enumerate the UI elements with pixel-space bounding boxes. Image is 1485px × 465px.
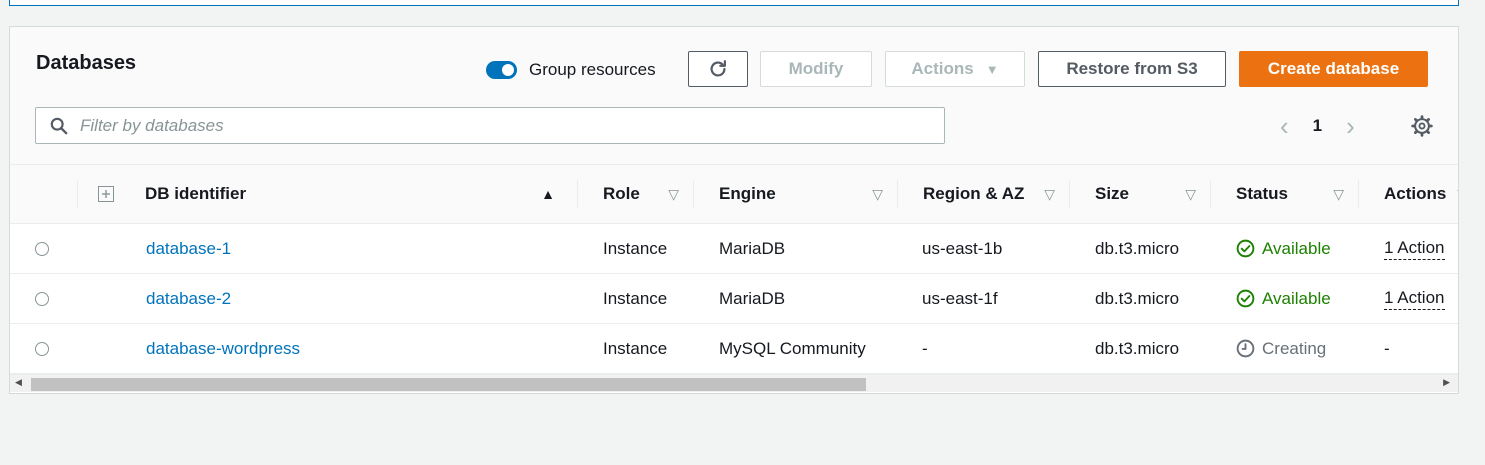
size-value: db.t3.micro xyxy=(1095,238,1180,258)
sort-icon: ▽ xyxy=(1333,185,1344,202)
column-db-identifier[interactable]: DB identifier ▲ xyxy=(145,165,577,223)
column-label: Engine xyxy=(719,184,776,203)
db-identifier-link[interactable]: database-2 xyxy=(146,289,231,309)
filter-search-box[interactable] xyxy=(35,107,945,144)
column-label: Size xyxy=(1095,184,1130,203)
column-status[interactable]: Status ▽ xyxy=(1236,165,1358,223)
row-select-radio[interactable] xyxy=(35,291,49,306)
role-value: Instance xyxy=(603,238,668,258)
top-info-bar xyxy=(9,0,1459,6)
actions-value: - xyxy=(1384,338,1390,358)
role-value: Instance xyxy=(603,288,668,308)
toggle-switch[interactable] xyxy=(486,61,517,79)
sort-icon: ▽ xyxy=(1457,186,1458,203)
scroll-left-arrow-icon[interactable]: ◀ xyxy=(15,377,22,388)
horizontal-scrollbar[interactable]: ◀ ▶ xyxy=(10,374,1458,392)
restore-button-label: Restore from S3 xyxy=(1066,59,1198,78)
scroll-right-arrow-icon[interactable]: ▶ xyxy=(1443,377,1450,388)
page-number[interactable]: 1 xyxy=(1313,116,1322,136)
status-badge: Available xyxy=(1236,289,1331,309)
page-title: Databases xyxy=(36,52,137,74)
create-database-label: Create database xyxy=(1267,59,1400,78)
databases-panel: Databases Group resources Modify Actions… xyxy=(9,26,1459,394)
region-value: us-east-1f xyxy=(922,288,998,308)
db-identifier-link[interactable]: database-1 xyxy=(146,239,231,259)
status-text: Available xyxy=(1262,288,1331,308)
check-circle-icon xyxy=(1236,239,1255,258)
group-resources-label: Group resources xyxy=(529,60,656,79)
table-row[interactable]: database-wordpress Instance MySQL Commun… xyxy=(10,324,1458,374)
actions-dropdown[interactable]: Actions ▼ xyxy=(885,51,1025,87)
gear-icon xyxy=(1411,115,1433,137)
row-select-radio[interactable] xyxy=(35,341,49,356)
column-label: DB identifier xyxy=(145,184,247,203)
search-icon xyxy=(50,117,68,134)
sort-icon: ▽ xyxy=(872,185,883,202)
region-value: us-east-1b xyxy=(922,238,1003,258)
refresh-button[interactable] xyxy=(688,51,748,87)
modify-button[interactable]: Modify xyxy=(760,51,872,87)
status-text: Creating xyxy=(1262,338,1327,358)
table-row[interactable]: database-2 Instance MariaDB us-east-1f d… xyxy=(10,274,1458,324)
row-select-radio[interactable] xyxy=(35,241,49,256)
sort-icon: ▽ xyxy=(668,185,679,202)
clock-icon xyxy=(1236,339,1255,358)
column-label: Region & AZ xyxy=(923,184,1025,203)
status-badge: Available xyxy=(1236,239,1331,259)
sort-ascending-icon: ▲ xyxy=(541,186,555,202)
sort-icon: ▽ xyxy=(1044,185,1055,202)
engine-value: MySQL Community xyxy=(719,338,866,358)
size-value: db.t3.micro xyxy=(1095,338,1180,358)
chevron-left-icon[interactable]: ‹ xyxy=(1280,113,1289,139)
check-circle-icon xyxy=(1236,289,1255,308)
column-label: Role xyxy=(603,184,640,203)
size-value: db.t3.micro xyxy=(1095,288,1180,308)
pending-action-link[interactable]: 1 Action xyxy=(1384,237,1445,260)
expand-icon xyxy=(98,186,114,202)
sort-icon: ▽ xyxy=(1185,185,1196,202)
pending-action-link[interactable]: 1 Action xyxy=(1384,287,1445,310)
scrollbar-thumb[interactable] xyxy=(31,378,866,391)
column-size[interactable]: Size ▽ xyxy=(1095,165,1210,223)
chevron-right-icon[interactable]: › xyxy=(1346,113,1355,139)
panel-header: Databases Group resources Modify Actions… xyxy=(10,27,1458,164)
preferences-gear-button[interactable] xyxy=(1411,115,1433,142)
group-resources-toggle[interactable]: Group resources xyxy=(486,60,656,80)
column-label: Actions xyxy=(1384,184,1447,203)
engine-value: MariaDB xyxy=(719,238,786,258)
status-badge: Creating xyxy=(1236,339,1326,359)
column-role[interactable]: Role ▽ xyxy=(603,165,693,223)
column-region-az[interactable]: Region & AZ ▽ xyxy=(923,165,1069,223)
create-database-button[interactable]: Create database xyxy=(1239,51,1428,87)
expand-all-button[interactable] xyxy=(98,165,118,223)
actions-dropdown-label: Actions xyxy=(911,59,974,78)
table-row[interactable]: database-1 Instance MariaDB us-east-1b d… xyxy=(10,224,1458,274)
modify-button-label: Modify xyxy=(788,59,844,78)
role-value: Instance xyxy=(603,338,668,358)
table-header: DB identifier ▲ Role ▽ Engine ▽ Region &… xyxy=(10,164,1458,224)
refresh-icon xyxy=(710,60,726,77)
column-label: Status xyxy=(1236,184,1288,203)
caret-down-icon: ▼ xyxy=(985,61,999,77)
db-identifier-link[interactable]: database-wordpress xyxy=(146,339,300,359)
status-text: Available xyxy=(1262,238,1331,258)
region-value: - xyxy=(922,338,928,358)
restore-from-s3-button[interactable]: Restore from S3 xyxy=(1038,51,1226,87)
engine-value: MariaDB xyxy=(719,288,786,308)
pagination: ‹ 1 › xyxy=(1280,113,1355,139)
column-actions[interactable]: Actions ▽ xyxy=(1384,165,1458,223)
filter-input[interactable] xyxy=(78,114,902,137)
column-engine[interactable]: Engine ▽ xyxy=(719,165,897,223)
